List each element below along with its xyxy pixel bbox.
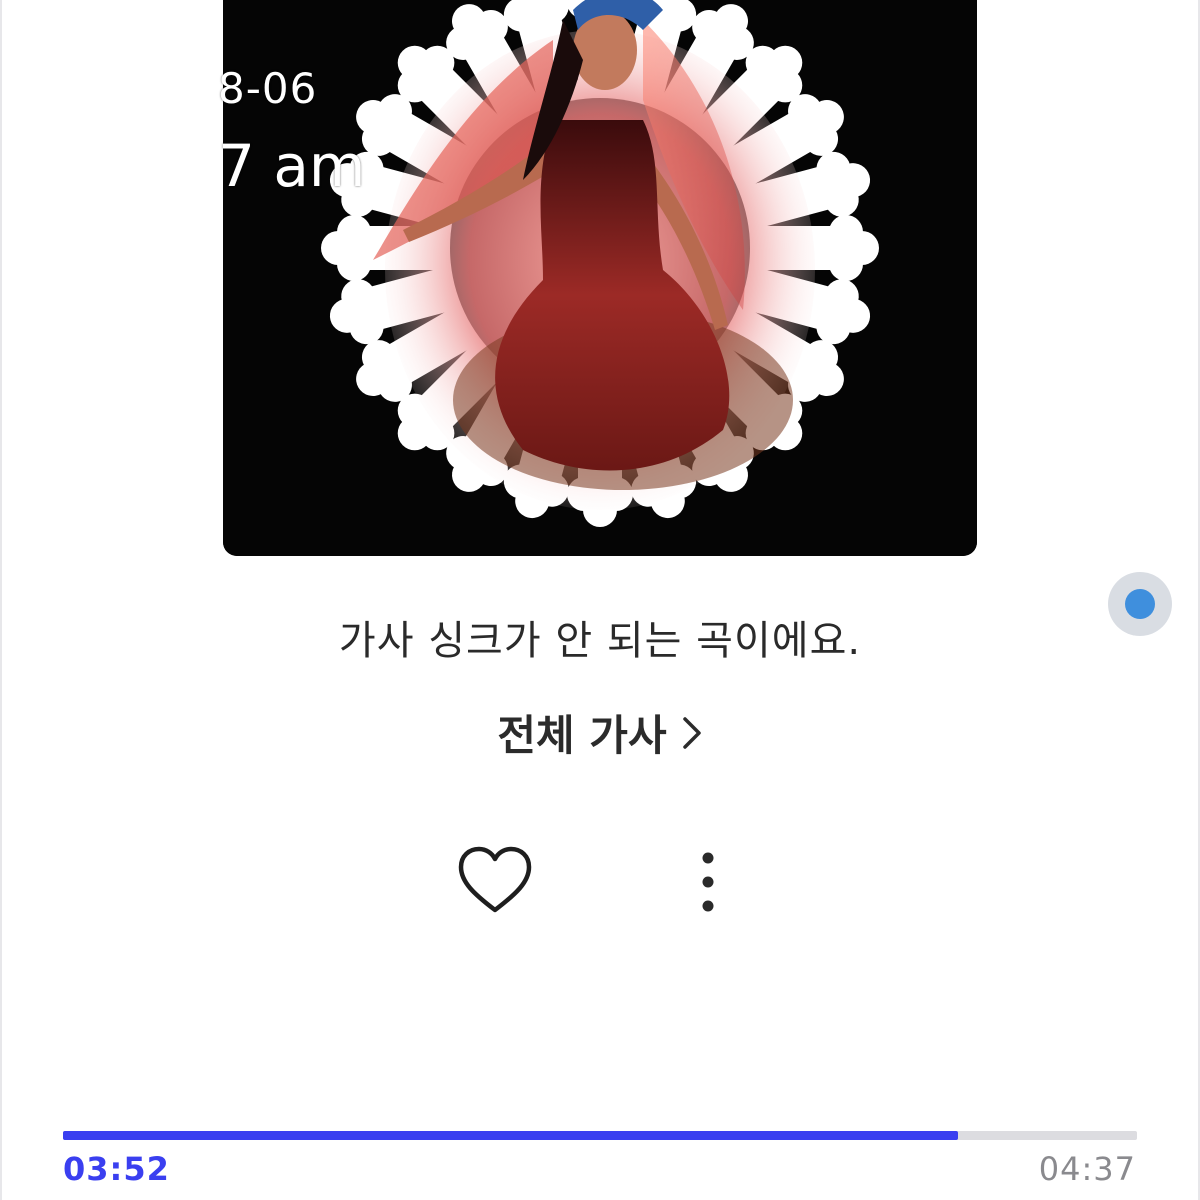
elapsed-time: 03:52 xyxy=(63,1150,170,1188)
chevron-right-icon xyxy=(681,715,703,751)
overlay-date: 8-06 xyxy=(218,64,318,113)
playback-progress-bar[interactable] xyxy=(63,1131,1137,1140)
heart-icon xyxy=(458,846,532,913)
more-options-button[interactable] xyxy=(688,850,728,914)
album-cover-art xyxy=(223,0,977,556)
total-time: 04:37 xyxy=(1038,1150,1136,1188)
more-vertical-icon xyxy=(702,852,714,912)
like-button[interactable] xyxy=(454,842,536,918)
now-playing-screen: 8-06 7 am 가사 싱크가 안 되는 곡이에요. 전체 가사 03:52 … xyxy=(0,0,1200,1200)
full-lyrics-link[interactable]: 전체 가사 xyxy=(0,702,1200,763)
left-edge xyxy=(0,0,2,1200)
lyrics-sync-notice: 가사 싱크가 안 되는 곡이에요. xyxy=(338,618,862,664)
progress-fill xyxy=(63,1131,958,1140)
overlay-time: 7 am xyxy=(218,132,366,200)
full-lyrics-label: 전체 가사 xyxy=(497,711,667,760)
